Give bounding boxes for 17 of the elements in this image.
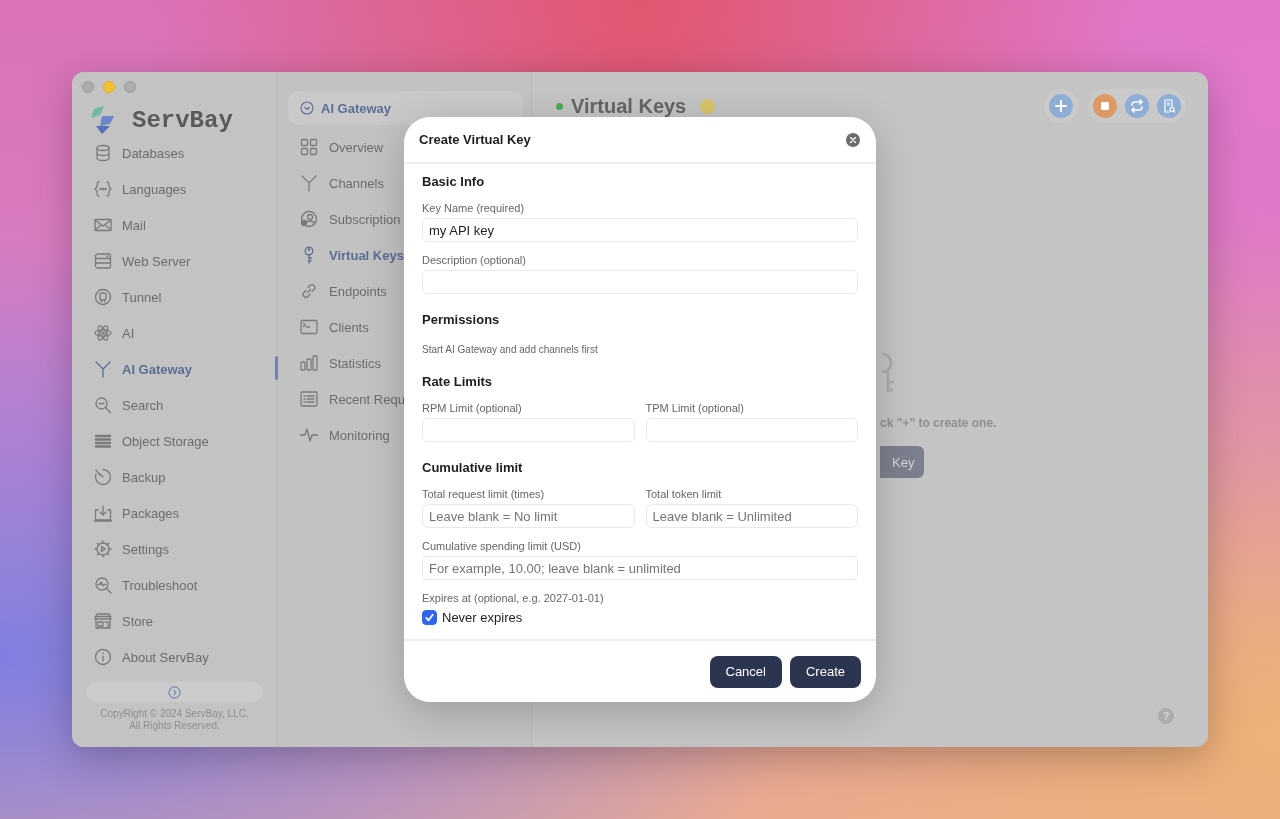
app-name: ServBay xyxy=(132,106,233,134)
page-title: Virtual Keys xyxy=(571,94,687,118)
field-label: RPM Limit (optional) xyxy=(422,401,523,415)
section-heading: Basic Info xyxy=(422,173,486,190)
dialog-title: Create Virtual Key xyxy=(419,132,531,147)
field-label: Total request limit (times) xyxy=(422,487,546,501)
checkbox-label: Never expires xyxy=(442,609,523,625)
hint-text: Start AI Gateway and add channels first xyxy=(422,343,599,356)
section-heading: Cumulative limit xyxy=(422,459,524,476)
field-label: Total token limit xyxy=(645,487,723,501)
section-heading: Rate Limits xyxy=(422,373,494,390)
field-label: Description (optional) xyxy=(422,253,527,267)
section-heading: Permissions xyxy=(422,311,501,328)
field-label: Expires at (optional, e.g. 2027-01-01) xyxy=(422,591,605,605)
field-label: Key Name (required) xyxy=(422,201,526,215)
field-label: Cumulative spending limit (USD) xyxy=(422,539,582,553)
field-label: TPM Limit (optional) xyxy=(645,401,745,415)
